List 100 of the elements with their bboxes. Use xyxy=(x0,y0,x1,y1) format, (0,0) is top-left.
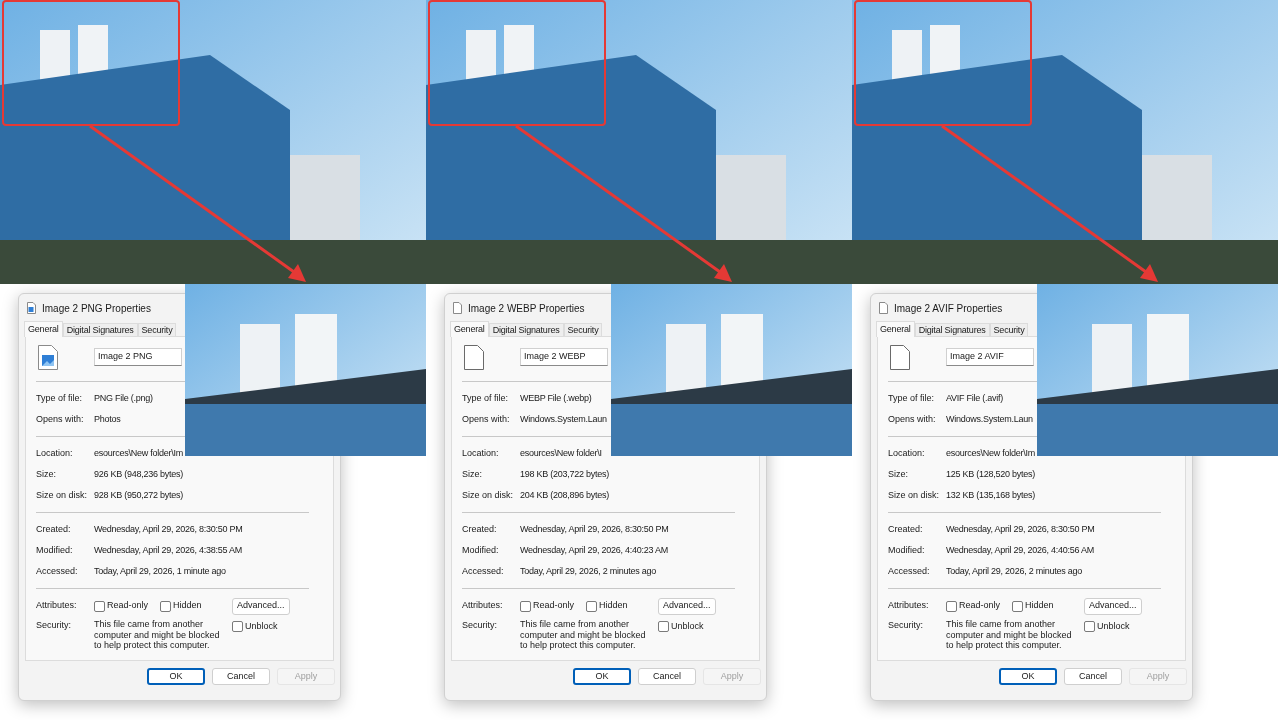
field-value: 132 KB (135,168 bytes) xyxy=(946,488,1036,502)
checkbox[interactable] xyxy=(1084,621,1095,633)
field-value: Today, April 29, 2026, 1 minute ago xyxy=(94,564,226,578)
security-message: This file came from another computer and might be blocked to help protect this computer. xyxy=(94,619,221,651)
field-value: 198 KB (203,722 bytes) xyxy=(520,467,610,481)
field-label: Opens with: xyxy=(888,412,937,426)
field-label: Created: xyxy=(888,522,924,536)
field-label: Type of file: xyxy=(888,391,936,405)
checkbox-label[interactable]: Unblock xyxy=(245,620,278,634)
tab[interactable]: Security xyxy=(137,323,177,336)
dialog-button[interactable]: OK xyxy=(147,668,205,685)
field-value: 928 KB (950,272 bytes) xyxy=(94,488,184,502)
field-value: esources\New folder\Im xyxy=(946,446,1036,460)
advanced-button[interactable]: Advanced... xyxy=(658,597,716,615)
field-value: Windows.System.Laun xyxy=(520,412,607,426)
field-label: Type of file: xyxy=(36,391,84,405)
window-title: Image 2 AVIF Properties xyxy=(894,301,1003,316)
checkbox-label[interactable]: Unblock xyxy=(1097,620,1130,634)
checkbox[interactable] xyxy=(520,600,531,612)
checkbox-label[interactable]: Hidden xyxy=(173,599,202,613)
field-label: Location: xyxy=(36,446,74,460)
checkbox-label[interactable]: Read-only xyxy=(107,599,149,613)
checkbox[interactable] xyxy=(160,600,172,612)
checkbox[interactable] xyxy=(946,600,957,612)
field-value: Wednesday, April 29, 2026, 4:40:23 AM xyxy=(520,543,669,557)
tab[interactable]: Security xyxy=(563,323,603,336)
field-label: Location: xyxy=(888,446,926,460)
advanced-button[interactable]: Advanced... xyxy=(232,597,290,615)
tab[interactable]: General xyxy=(24,321,63,337)
field-value: Wednesday, April 29, 2026, 4:40:56 AM xyxy=(946,543,1095,557)
field-label: Modified: xyxy=(36,543,74,557)
checkbox-label[interactable]: Hidden xyxy=(599,599,628,613)
field-label: Opens with: xyxy=(462,412,511,426)
field-value: 926 KB (948,236 bytes) xyxy=(94,467,184,481)
checkbox-label[interactable]: Read-only xyxy=(533,599,575,613)
field-value: Today, April 29, 2026, 2 minutes ago xyxy=(520,564,656,578)
field-label: Size: xyxy=(888,467,909,481)
field-label: Size on disk: xyxy=(462,488,515,502)
security-message: This file came from another computer and might be blocked to help protect this computer. xyxy=(946,619,1073,651)
field-label: Accessed: xyxy=(888,564,931,578)
field-label: Modified: xyxy=(888,543,926,557)
field-label: Security: xyxy=(36,619,72,632)
field-label: Location: xyxy=(462,446,500,460)
tab[interactable]: General xyxy=(876,321,915,337)
field-label: Security: xyxy=(462,619,498,632)
field-value: Windows.System.Laun xyxy=(946,412,1033,426)
field-label: Created: xyxy=(462,522,498,536)
dialog-button[interactable]: Cancel xyxy=(1064,668,1122,685)
checkbox-label[interactable]: Unblock xyxy=(671,620,704,634)
dialog-button[interactable]: OK xyxy=(999,668,1057,685)
field-label: Attributes: xyxy=(36,599,78,613)
field-value: esources\New folder\Im xyxy=(94,446,184,460)
checkbox[interactable] xyxy=(1012,600,1024,612)
dialog-button[interactable]: Cancel xyxy=(212,668,270,685)
window-title: Image 2 PNG Properties xyxy=(42,301,151,316)
field-label: Type of file: xyxy=(462,391,510,405)
field-label: Size: xyxy=(36,467,57,481)
field-label: Attributes: xyxy=(888,599,930,613)
dialog-button[interactable]: Cancel xyxy=(638,668,696,685)
tab[interactable]: Digital Signatures xyxy=(488,323,564,336)
field-value: Wednesday, April 29, 2026, 8:30:50 PM xyxy=(520,522,669,536)
image-file-icon xyxy=(27,302,36,314)
field-label: Modified: xyxy=(462,543,500,557)
field-value: esources\New folder\I xyxy=(520,446,602,460)
field-label: Size on disk: xyxy=(888,488,941,502)
window-title: Image 2 WEBP Properties xyxy=(468,301,585,316)
checkbox[interactable] xyxy=(586,600,598,612)
field-value: Wednesday, April 29, 2026, 8:30:50 PM xyxy=(946,522,1095,536)
image-file-icon xyxy=(38,344,58,370)
field-value: 125 KB (128,520 bytes) xyxy=(946,467,1036,481)
advanced-button[interactable]: Advanced... xyxy=(1084,597,1142,615)
file-icon xyxy=(453,302,462,314)
field-label: Accessed: xyxy=(462,564,505,578)
field-value: WEBP File (.webp) xyxy=(520,391,592,405)
field-label: Accessed: xyxy=(36,564,79,578)
field-label: Size: xyxy=(462,467,483,481)
tab[interactable]: Digital Signatures xyxy=(914,323,990,336)
dialog-button[interactable]: OK xyxy=(573,668,631,685)
field-value: 204 KB (208,896 bytes) xyxy=(520,488,610,502)
file-icon xyxy=(879,302,888,314)
tab[interactable]: General xyxy=(450,321,489,337)
tab[interactable]: Digital Signatures xyxy=(62,323,138,336)
field-label: Size on disk: xyxy=(36,488,89,502)
file-name-field[interactable]: Image 2 WEBP xyxy=(520,348,608,366)
checkbox-label[interactable]: Read-only xyxy=(959,599,1001,613)
checkbox[interactable] xyxy=(658,621,669,633)
tab[interactable]: Security xyxy=(989,323,1029,336)
file-name-field[interactable]: Image 2 AVIF xyxy=(946,348,1034,366)
checkbox-label[interactable]: Hidden xyxy=(1025,599,1054,613)
checkbox[interactable] xyxy=(94,600,105,612)
field-label: Opens with: xyxy=(36,412,85,426)
field-value: Today, April 29, 2026, 2 minutes ago xyxy=(946,564,1082,578)
field-label: Created: xyxy=(36,522,72,536)
field-label: Attributes: xyxy=(462,599,504,613)
security-message: This file came from another computer and might be blocked to help protect this computer. xyxy=(520,619,647,651)
file-name-field[interactable]: Image 2 PNG xyxy=(94,348,182,366)
field-value: Wednesday, April 29, 2026, 8:30:50 PM xyxy=(94,522,243,536)
field-label: Security: xyxy=(888,619,924,632)
file-icon xyxy=(464,344,484,370)
checkbox[interactable] xyxy=(232,621,243,633)
